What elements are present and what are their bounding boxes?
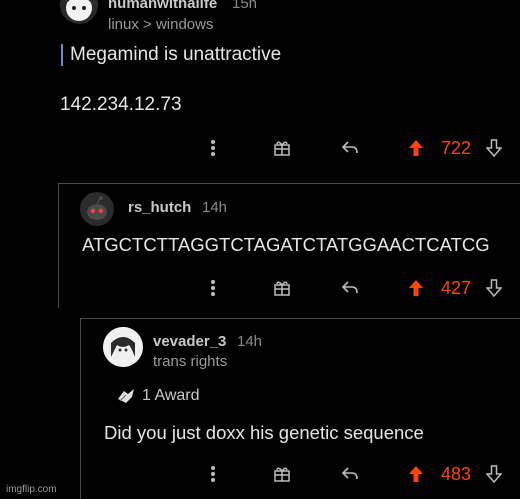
downvote-button[interactable] — [484, 460, 504, 488]
downvote-arrow-icon — [486, 465, 502, 483]
give-award-button[interactable] — [270, 460, 294, 488]
award-badge[interactable]: 1 Award — [116, 387, 200, 405]
comment-body: Did you just doxx his genetic sequence — [104, 422, 424, 443]
watermark: imgflip.com — [6, 484, 57, 495]
comment-actions: 483 — [200, 460, 520, 488]
award-count: 1 Award — [142, 387, 200, 404]
user-avatar[interactable] — [103, 327, 143, 367]
user-flair: trans rights — [153, 353, 228, 370]
gift-icon — [274, 467, 290, 482]
avatar-face-icon — [103, 327, 143, 367]
reply-arrow-icon — [341, 467, 358, 480]
comment-score: 483 — [441, 464, 472, 484]
reply-button[interactable] — [338, 460, 362, 488]
upvote-button[interactable] — [406, 460, 426, 488]
username[interactable]: vevader_3 — [153, 333, 226, 350]
comment-3: vevader_3 14h trans rights 1 Award Did y… — [0, 0, 520, 499]
award-hands-icon — [118, 389, 134, 403]
more-options-button[interactable] — [208, 460, 218, 488]
comment-time: 14h — [237, 333, 263, 350]
upvote-arrow-icon — [409, 466, 423, 482]
